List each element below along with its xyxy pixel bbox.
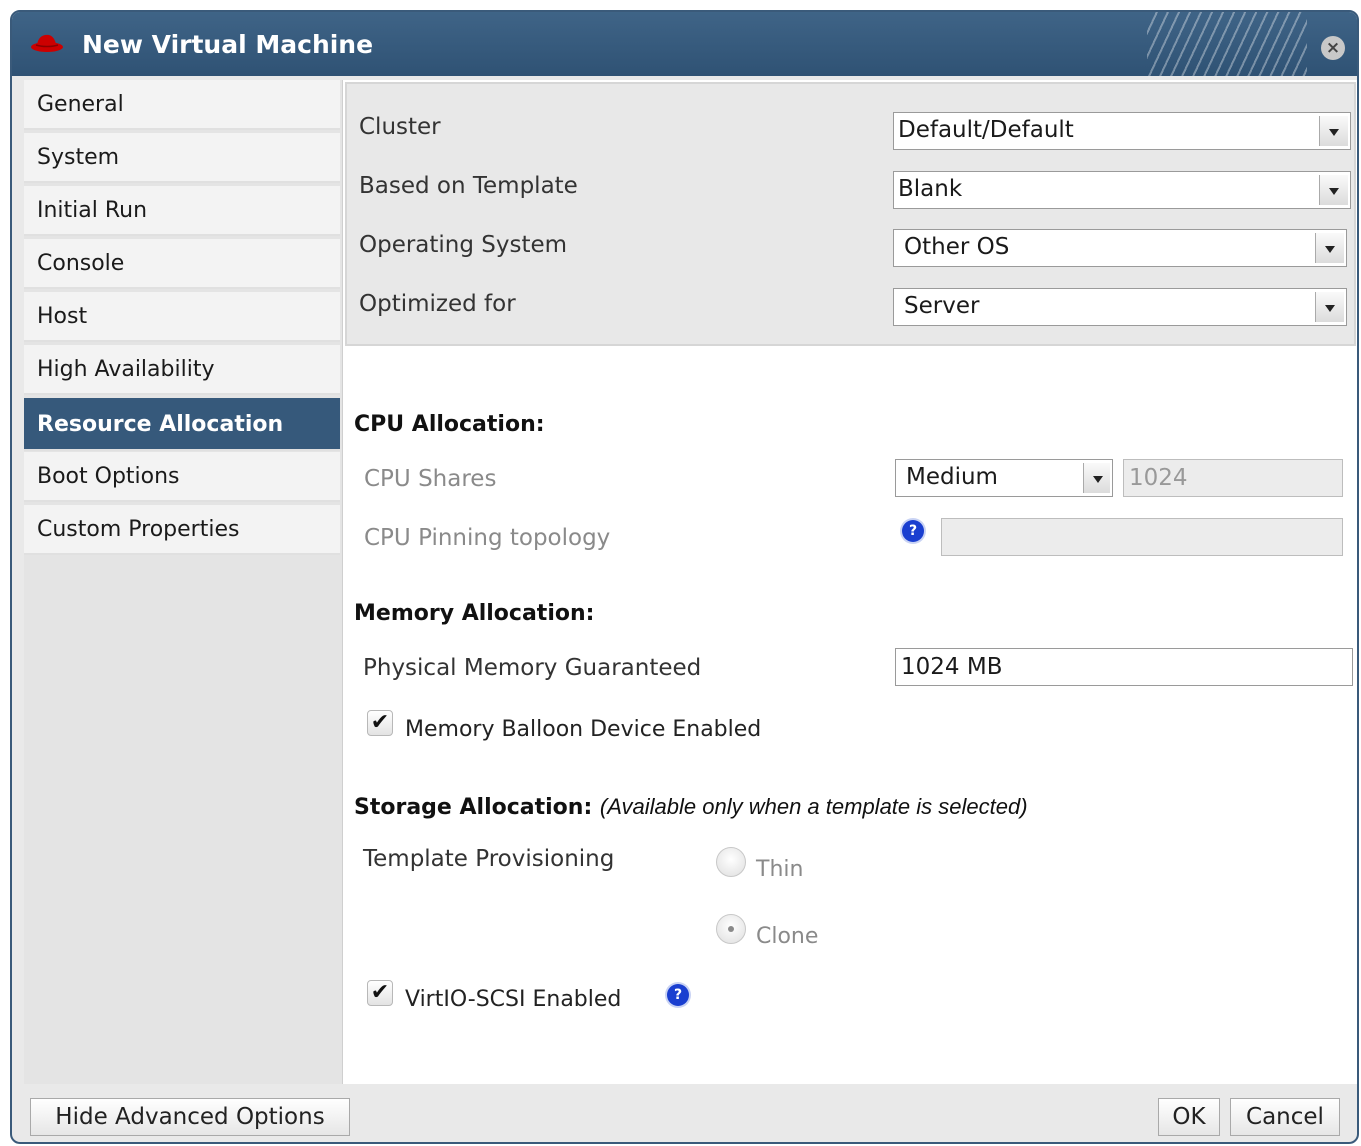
- template-select[interactable]: Blank: [893, 171, 1351, 209]
- close-icon[interactable]: ×: [1321, 36, 1345, 60]
- optimized-value: Server: [904, 293, 980, 319]
- sidebar-item-custom-properties[interactable]: Custom Properties: [24, 505, 340, 555]
- sidebar-item-system[interactable]: System: [24, 133, 340, 183]
- cancel-button[interactable]: Cancel: [1230, 1098, 1340, 1136]
- memory-guaranteed-label: Physical Memory Guaranteed: [363, 655, 702, 681]
- template-value: Blank: [898, 176, 963, 202]
- template-provisioning-label: Template Provisioning: [363, 846, 615, 872]
- os-label: Operating System: [359, 232, 568, 258]
- titlebar-decoration: [1147, 12, 1307, 76]
- storage-allocation-heading: Storage Allocation: (Available only when…: [354, 794, 1028, 820]
- dialog-title: New Virtual Machine: [82, 30, 374, 59]
- cpu-pinning-label: CPU Pinning topology: [364, 525, 611, 551]
- cpu-pinning-input[interactable]: [941, 518, 1343, 556]
- cpu-shares-select-value: Medium: [906, 464, 998, 490]
- sidebar-item-initial-run[interactable]: Initial Run: [24, 186, 340, 236]
- storage-heading-note: (Available only when a template is selec…: [599, 794, 1028, 819]
- redhat-logo-icon: [31, 34, 63, 52]
- optimized-label: Optimized for: [359, 291, 516, 317]
- sidebar-item-resource-allocation[interactable]: Resource Allocation: [24, 398, 340, 451]
- cpu-shares-value[interactable]: 1024: [1123, 459, 1343, 497]
- template-label: Based on Template: [359, 173, 578, 199]
- os-select[interactable]: Other OS: [893, 229, 1347, 267]
- virtio-scsi-checkbox[interactable]: ✔: [367, 980, 393, 1006]
- general-settings-panel: Cluster Default/Default Based on Templat…: [345, 82, 1356, 346]
- clone-radio-label: Clone: [756, 924, 819, 949]
- help-icon[interactable]: ?: [902, 520, 924, 542]
- sidebar-item-console[interactable]: Console: [24, 239, 340, 289]
- sidebar-item-host[interactable]: Host: [24, 292, 340, 342]
- sidebar-item-high-availability[interactable]: High Availability: [24, 345, 340, 395]
- help-icon[interactable]: ?: [667, 984, 689, 1006]
- memory-balloon-label: Memory Balloon Device Enabled: [405, 717, 762, 742]
- memory-allocation-heading: Memory Allocation:: [354, 601, 595, 626]
- chevron-down-icon: [1315, 292, 1344, 322]
- chevron-down-icon: [1083, 463, 1110, 493]
- thin-radio[interactable]: [716, 847, 746, 877]
- content-panel: Cluster Default/Default Based on Templat…: [342, 80, 1357, 1084]
- cpu-allocation-heading: CPU Allocation:: [354, 412, 545, 437]
- chevron-down-icon: [1315, 233, 1344, 263]
- sidebar-item-boot-options[interactable]: Boot Options: [24, 452, 340, 502]
- sidebar-item-general[interactable]: General: [24, 80, 340, 130]
- cluster-label: Cluster: [359, 114, 441, 140]
- cluster-value: Default/Default: [898, 117, 1074, 143]
- thin-radio-label: Thin: [756, 857, 804, 882]
- cpu-shares-label: CPU Shares: [364, 466, 497, 492]
- virtio-scsi-label: VirtIO-SCSI Enabled: [405, 987, 622, 1012]
- memory-balloon-checkbox[interactable]: ✔: [367, 710, 393, 736]
- ok-button[interactable]: OK: [1158, 1098, 1220, 1136]
- memory-guaranteed-input[interactable]: 1024 MB: [895, 648, 1353, 686]
- storage-heading-text: Storage Allocation:: [354, 795, 593, 820]
- chevron-down-icon: [1319, 116, 1348, 146]
- cluster-select[interactable]: Default/Default: [893, 112, 1351, 150]
- clone-radio[interactable]: [716, 914, 746, 944]
- dialog-titlebar: New Virtual Machine ×: [12, 12, 1357, 76]
- cpu-shares-select[interactable]: Medium: [895, 459, 1113, 497]
- chevron-down-icon: [1319, 175, 1348, 205]
- os-value: Other OS: [904, 234, 1010, 260]
- sidebar: General System Initial Run Console Host …: [24, 80, 342, 1084]
- optimized-select[interactable]: Server: [893, 288, 1347, 326]
- new-vm-dialog: New Virtual Machine × General System Ini…: [10, 10, 1359, 1144]
- hide-advanced-options-button[interactable]: Hide Advanced Options: [30, 1098, 350, 1136]
